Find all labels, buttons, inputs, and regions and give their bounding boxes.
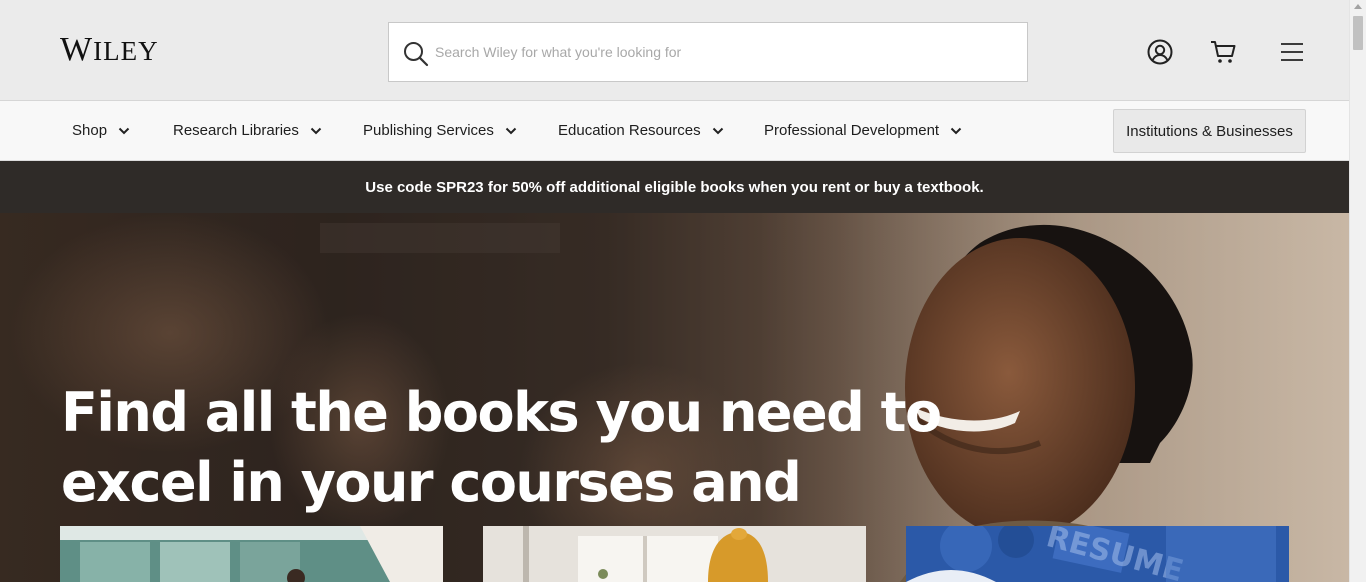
card-image: RESUME [906,526,1289,582]
cart-icon[interactable] [1209,38,1237,66]
wiley-logo[interactable]: WILEY [60,31,159,70]
menu-icon[interactable] [1278,38,1306,66]
nav-item-label: Research Libraries [173,122,299,139]
chevron-down-icon [712,127,723,134]
nav-item-label: Shop [72,122,108,139]
nav-item-professional-development[interactable]: Professional Development [764,101,962,160]
feature-card-2[interactable] [483,526,866,582]
nav-item-research-libraries[interactable]: Research Libraries [173,101,322,160]
nav-item-education-resources[interactable]: Education Resources [558,101,724,160]
scroll-up-arrow-icon[interactable] [1354,4,1362,9]
account-icon[interactable] [1146,38,1174,66]
search-icon[interactable] [403,41,429,67]
feature-card-3[interactable]: RESUME [906,526,1289,582]
card-image [60,526,443,582]
chevron-down-icon [950,127,962,134]
site-header: WILEY [0,0,1349,101]
hero-title: Find all the books you need to excel in … [61,378,942,518]
chevron-down-icon [310,127,322,134]
nav-item-shop[interactable]: Shop [72,101,130,160]
nav-item-publishing-services[interactable]: Publishing Services [363,101,517,160]
nav-item-label: Professional Development [764,122,940,139]
feature-card-1[interactable] [60,526,443,582]
scroll-thumb[interactable] [1353,16,1363,50]
search-input[interactable] [435,23,1015,81]
institutions-businesses-button[interactable]: Institutions & Businesses [1113,109,1306,153]
hero-title-line-1: Find all the books you need to [61,381,942,444]
main-nav: Shop Research Libraries Publishing Servi… [0,101,1349,161]
chevron-down-icon [505,127,517,134]
search-box[interactable] [388,22,1028,82]
promo-banner: Use code SPR23 for 50% off additional el… [0,161,1349,213]
promo-text: Use code SPR23 for 50% off additional el… [365,178,984,196]
page-scrollbar[interactable] [1349,0,1366,582]
nav-item-label: Education Resources [558,122,701,139]
nav-item-label: Publishing Services [363,122,494,139]
chevron-down-icon [118,127,130,134]
hero-title-line-2: excel in your courses and [61,451,802,514]
card-image [483,526,866,582]
